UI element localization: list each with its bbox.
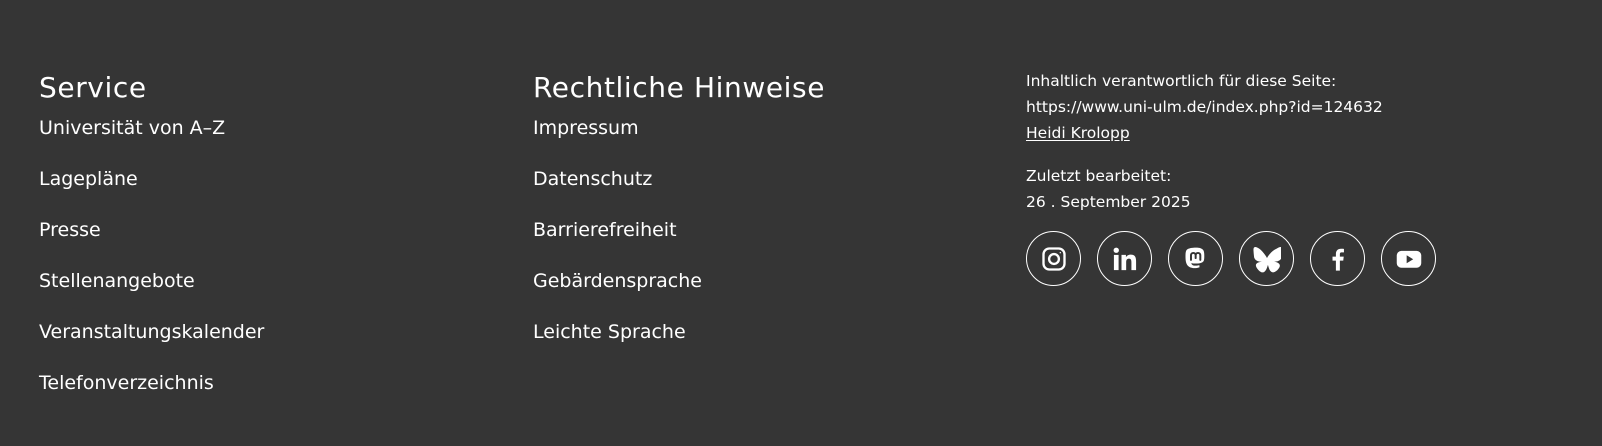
list-item: Presse xyxy=(39,217,264,268)
last-updated-date: 26 . September 2025 xyxy=(1026,193,1191,211)
link-leichte-sprache[interactable]: Leichte Sprache xyxy=(533,321,686,343)
responsible-block: Inhaltlich verantwortlich für diese Seit… xyxy=(1026,68,1383,146)
mastodon-button[interactable] xyxy=(1168,231,1223,286)
link-barrierefreiheit[interactable]: Barrierefreiheit xyxy=(533,219,677,241)
youtube-button[interactable] xyxy=(1381,231,1436,286)
last-updated-label: Zuletzt bearbeitet: xyxy=(1026,167,1172,185)
linkedin-button[interactable] xyxy=(1097,231,1152,286)
mastodon-icon xyxy=(1185,247,1204,268)
responsible-label: Inhaltlich verantwortlich für diese Seit… xyxy=(1026,72,1337,90)
link-stellenangebote[interactable]: Stellenangebote xyxy=(39,270,195,292)
link-impressum[interactable]: Impressum xyxy=(533,117,639,139)
linkedin-icon xyxy=(1113,247,1136,270)
list-item: Lagepläne xyxy=(39,166,264,217)
link-telefonverzeichnis[interactable]: Telefonverzeichnis xyxy=(39,372,214,394)
page-url: https://www.uni-ulm.de/index.php?id=1246… xyxy=(1026,98,1383,116)
contact-link[interactable]: Heidi Krolopp xyxy=(1026,124,1130,142)
link-lageplaene[interactable]: Lagepläne xyxy=(39,168,138,190)
link-gebaerdensprache[interactable]: Gebärdensprache xyxy=(533,270,702,292)
list-item: Datenschutz xyxy=(533,166,702,217)
list-item: Telefonverzeichnis xyxy=(39,370,264,421)
instagram-button[interactable] xyxy=(1026,231,1081,286)
facebook-button[interactable] xyxy=(1310,231,1365,286)
bluesky-button[interactable] xyxy=(1239,231,1294,286)
service-link-list: Universität von A–Z Lagepläne Presse Ste… xyxy=(39,115,264,421)
bluesky-icon xyxy=(1252,246,1281,272)
list-item: Veranstaltungskalender xyxy=(39,319,264,370)
link-presse[interactable]: Presse xyxy=(39,219,101,241)
legal-heading: Rechtliche Hinweise xyxy=(533,71,826,104)
list-item: Universität von A–Z xyxy=(39,115,264,166)
list-item: Barrierefreiheit xyxy=(533,217,702,268)
youtube-icon xyxy=(1396,250,1421,268)
legal-link-list: Impressum Datenschutz Barrierefreiheit G… xyxy=(533,115,702,370)
link-datenschutz[interactable]: Datenschutz xyxy=(533,168,652,190)
list-item: Stellenangebote xyxy=(39,268,264,319)
link-universitaet-a-z[interactable]: Universität von A–Z xyxy=(39,117,225,139)
instagram-icon xyxy=(1041,246,1066,271)
list-item: Impressum xyxy=(533,115,702,166)
facebook-icon xyxy=(1332,248,1344,271)
social-links xyxy=(1026,231,1452,286)
list-item: Gebärdensprache xyxy=(533,268,702,319)
service-heading: Service xyxy=(39,71,147,104)
last-updated-block: Zuletzt bearbeitet: 26 . September 2025 xyxy=(1026,163,1191,215)
link-veranstaltungskalender[interactable]: Veranstaltungskalender xyxy=(39,321,264,343)
list-item: Leichte Sprache xyxy=(533,319,702,370)
